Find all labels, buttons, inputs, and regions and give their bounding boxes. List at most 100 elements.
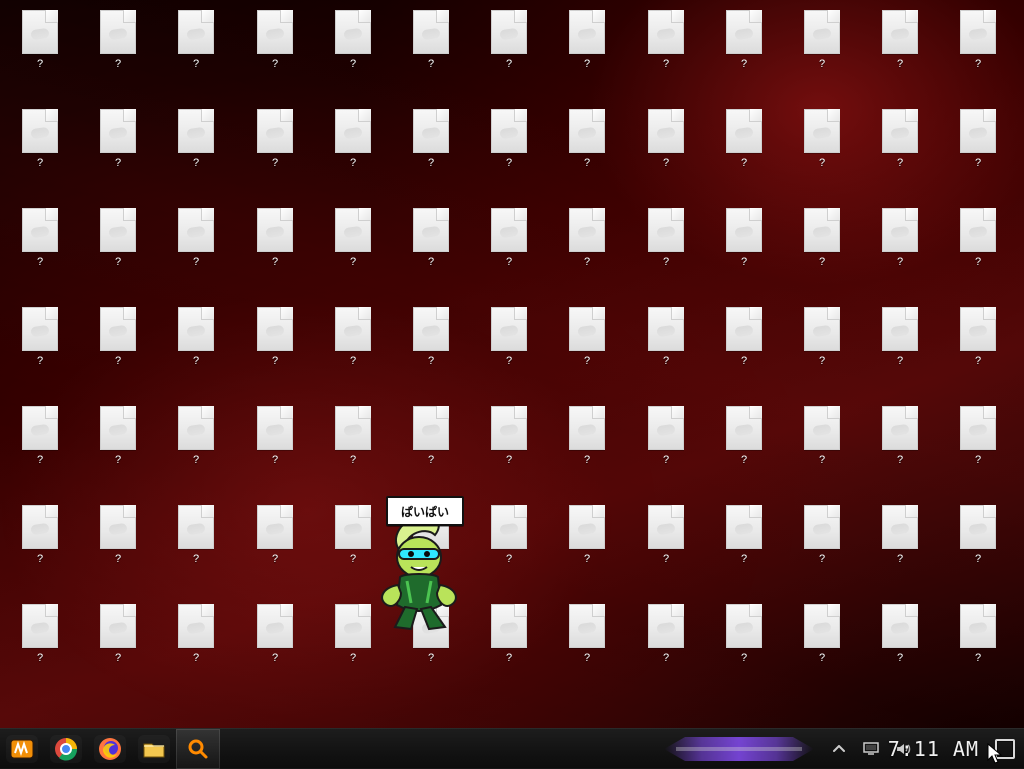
- desktop-file-icon[interactable]: ?: [627, 499, 705, 597]
- desktop-file-icon[interactable]: ?: [157, 103, 235, 201]
- start-button[interactable]: [0, 729, 44, 769]
- file-icon: [726, 208, 762, 252]
- desktop-file-icon[interactable]: ?: [783, 103, 861, 201]
- taskbar-clock[interactable]: 7:11 AM: [888, 729, 979, 769]
- desktop-file-icon[interactable]: ?: [939, 4, 1017, 102]
- desktop-file-icon[interactable]: ?: [1, 598, 79, 696]
- desktop-file-icon[interactable]: ?: [627, 202, 705, 300]
- desktop-file-icon[interactable]: ?: [392, 103, 470, 201]
- desktop-file-icon[interactable]: ?: [314, 400, 392, 498]
- desktop-file-icon[interactable]: ?: [627, 400, 705, 498]
- desktop-file-icon[interactable]: ?: [548, 4, 626, 102]
- desktop-file-icon[interactable]: ?: [236, 202, 314, 300]
- desktop-file-icon[interactable]: ?: [548, 499, 626, 597]
- taskbar-chrome-button[interactable]: [44, 729, 88, 769]
- desktop-file-icon[interactable]: ?: [1, 301, 79, 399]
- desktop-file-icon[interactable]: ?: [861, 202, 939, 300]
- desktop-file-icon[interactable]: ?: [470, 598, 548, 696]
- desktop-file-icon[interactable]: ?: [392, 4, 470, 102]
- desktop-file-icon[interactable]: ?: [627, 103, 705, 201]
- desktop-file-icon[interactable]: ?: [157, 4, 235, 102]
- desktop-file-icon[interactable]: ?: [939, 598, 1017, 696]
- file-swoosh-icon: [30, 27, 50, 41]
- desktop-file-icon[interactable]: ?: [470, 301, 548, 399]
- desktop-file-icon[interactable]: ?: [705, 202, 783, 300]
- desktop-file-icon[interactable]: ?: [627, 301, 705, 399]
- desktop-file-icon[interactable]: ?: [392, 202, 470, 300]
- desktop-file-icon[interactable]: ?: [392, 301, 470, 399]
- desktop-file-icon[interactable]: ?: [236, 4, 314, 102]
- desktop-file-icon[interactable]: ?: [157, 202, 235, 300]
- desktop-file-icon[interactable]: ?: [548, 103, 626, 201]
- tray-expand-button[interactable]: [828, 738, 850, 760]
- desktop-file-icon[interactable]: ?: [548, 301, 626, 399]
- desktop-file-icon[interactable]: ?: [783, 400, 861, 498]
- desktop-file-icon[interactable]: ?: [470, 4, 548, 102]
- desktop-file-icon[interactable]: ?: [79, 202, 157, 300]
- desktop-file-icon[interactable]: ?: [314, 103, 392, 201]
- desktop-file-icon[interactable]: ?: [470, 499, 548, 597]
- desktop-file-icon[interactable]: ?: [236, 301, 314, 399]
- desktop-file-icon[interactable]: ?: [79, 301, 157, 399]
- desktop-file-icon[interactable]: ?: [157, 499, 235, 597]
- desktop-file-icon[interactable]: ?: [314, 301, 392, 399]
- desktop-file-icon[interactable]: ?: [939, 499, 1017, 597]
- desktop-file-icon[interactable]: ?: [157, 598, 235, 696]
- desktop-file-icon[interactable]: ?: [939, 400, 1017, 498]
- desktop-file-icon[interactable]: ?: [861, 598, 939, 696]
- desktop-file-icon[interactable]: ?: [783, 202, 861, 300]
- desktop-file-icon[interactable]: ?: [314, 4, 392, 102]
- desktop-file-icon[interactable]: ?: [705, 301, 783, 399]
- desktop-file-icon[interactable]: ?: [783, 4, 861, 102]
- file-icon: [257, 10, 293, 54]
- desktop-file-icon[interactable]: ?: [79, 103, 157, 201]
- file-swoosh-icon: [968, 27, 988, 41]
- desktop-file-icon[interactable]: ?: [939, 103, 1017, 201]
- desktop-file-icon[interactable]: ?: [861, 400, 939, 498]
- desktop-file-icon[interactable]: ?: [1, 202, 79, 300]
- desktop-file-icon[interactable]: ?: [314, 202, 392, 300]
- desktop-file-icon[interactable]: ?: [627, 4, 705, 102]
- desktop-file-icon[interactable]: ?: [939, 202, 1017, 300]
- desktop-file-icon[interactable]: ?: [236, 499, 314, 597]
- desktop-file-icon[interactable]: ?: [548, 598, 626, 696]
- file-icon: [960, 208, 996, 252]
- desktop-file-icon[interactable]: ?: [1, 400, 79, 498]
- desktop-file-icon[interactable]: ?: [861, 499, 939, 597]
- desktop-file-icon[interactable]: ?: [705, 499, 783, 597]
- desktop-file-icon[interactable]: ?: [392, 400, 470, 498]
- desktop-file-icon[interactable]: ?: [705, 103, 783, 201]
- desktop-file-icon[interactable]: ?: [783, 301, 861, 399]
- desktop-file-icon[interactable]: ?: [79, 4, 157, 102]
- desktop-file-icon[interactable]: ?: [627, 598, 705, 696]
- desktop-file-icon[interactable]: ?: [1, 4, 79, 102]
- desktop-file-icon[interactable]: ?: [1, 499, 79, 597]
- desktop-file-icon[interactable]: ?: [79, 598, 157, 696]
- desktop-file-icon[interactable]: ?: [548, 202, 626, 300]
- desktop-file-icon[interactable]: ?: [79, 499, 157, 597]
- taskbar-firefox-button[interactable]: [88, 729, 132, 769]
- desktop-file-icon[interactable]: ?: [157, 400, 235, 498]
- desktop-file-icon[interactable]: ?: [705, 400, 783, 498]
- desktop-file-icon[interactable]: ?: [861, 301, 939, 399]
- desktop-file-icon[interactable]: ?: [1, 103, 79, 201]
- desktop-file-icon[interactable]: ?: [705, 4, 783, 102]
- desktop-file-icon[interactable]: ?: [79, 400, 157, 498]
- desktop-file-icon[interactable]: ?: [861, 103, 939, 201]
- desktop-file-icon[interactable]: ?: [783, 598, 861, 696]
- desktop-file-icon[interactable]: ?: [236, 400, 314, 498]
- desktop-file-icon[interactable]: ?: [783, 499, 861, 597]
- desktop-file-icon[interactable]: ?: [236, 103, 314, 201]
- desktop-file-icon[interactable]: ?: [470, 103, 548, 201]
- desktop-file-icon[interactable]: ?: [470, 202, 548, 300]
- desktop-file-icon[interactable]: ?: [236, 598, 314, 696]
- desktop-file-icon[interactable]: ?: [548, 400, 626, 498]
- desktop-file-icon[interactable]: ?: [470, 400, 548, 498]
- desktop-file-icon[interactable]: ?: [705, 598, 783, 696]
- taskbar-search-button[interactable]: [176, 729, 220, 769]
- desktop-file-icon[interactable]: ?: [939, 301, 1017, 399]
- desktop-file-icon[interactable]: ?: [861, 4, 939, 102]
- desktop-file-icon[interactable]: ?: [157, 301, 235, 399]
- tray-network-button[interactable]: [860, 738, 882, 760]
- taskbar-file-explorer-button[interactable]: [132, 729, 176, 769]
